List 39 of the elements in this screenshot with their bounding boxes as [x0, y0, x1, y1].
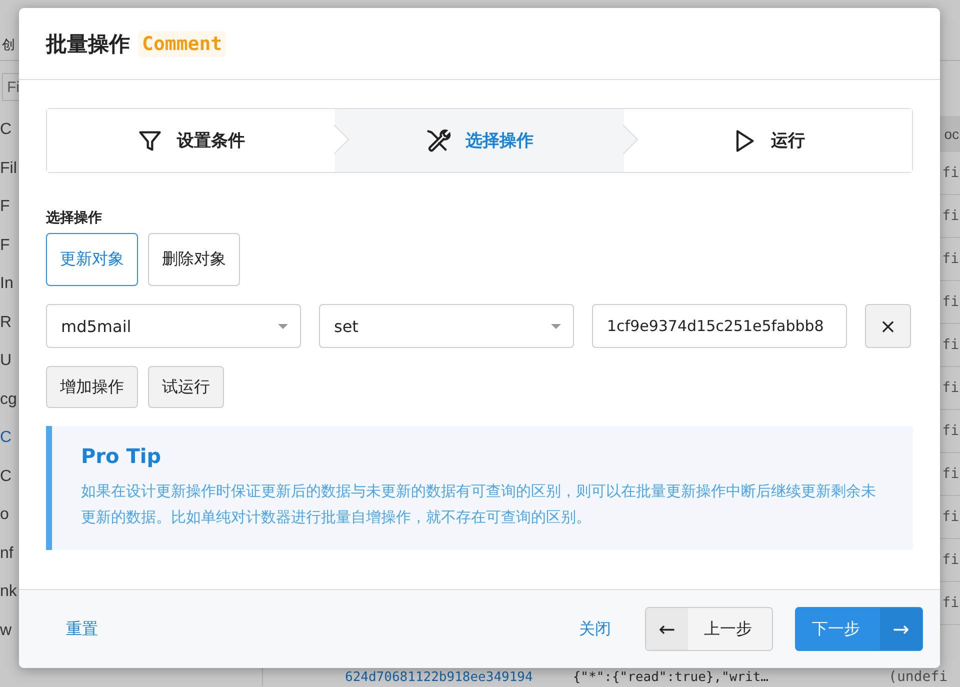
operation-type-button[interactable]: 删除对象	[148, 233, 240, 286]
tools-icon	[425, 128, 452, 154]
column-header: oc	[944, 126, 960, 142]
table-cell: fi	[942, 509, 960, 525]
section-label: 选择操作	[46, 209, 103, 227]
table-cell: {"*":{"read":true},"writ…	[572, 670, 769, 684]
prev-button[interactable]: ← 上一步	[645, 607, 773, 651]
step-tab[interactable]: 选择操作	[335, 109, 624, 172]
toolbar-button[interactable]: 创	[2, 30, 15, 60]
action-button[interactable]: 增加操作	[46, 366, 138, 408]
table-cell: fi	[942, 165, 960, 181]
tip-title: Pro Tip	[81, 444, 162, 468]
table-cell: fi	[942, 595, 960, 611]
table-cell: fi	[942, 208, 960, 224]
class-tag: Comment	[138, 30, 226, 56]
remove-button[interactable]: ×	[865, 304, 911, 348]
table-cell: fi	[942, 380, 960, 396]
table-cell: fi	[942, 466, 960, 482]
step-tab[interactable]: 运行	[624, 109, 912, 172]
table-cell: fi	[942, 251, 960, 267]
object-id-link[interactable]: 624d70681122b918ee349194	[345, 670, 533, 684]
table-cell: fi	[942, 294, 960, 310]
dialog-title: 批量操作	[46, 30, 130, 58]
close-link[interactable]: 关闭	[567, 612, 623, 646]
table-cell: fi	[942, 423, 960, 439]
operator-select[interactable]: set	[319, 304, 574, 348]
reset-link[interactable]: 重置	[54, 612, 110, 646]
tip-text: 如果在设计更新操作时保证更新后的数据与未更新的数据有可查询的区别，则可以在批量更新操作中断后继续更新剩余未更新的数据。比如单纯对计数器进行批量自增操作，就不存在可查询的区别。	[81, 481, 877, 528]
table-cell: fi	[942, 552, 960, 568]
next-button[interactable]: 下一步 →	[795, 607, 923, 651]
operation-type-button[interactable]: 更新对象	[46, 233, 138, 286]
table-cell: fi	[942, 337, 960, 353]
action-button[interactable]: 试运行	[148, 366, 224, 408]
value-field[interactable]: 1cf9e9374d15c251e5fabbb8	[592, 304, 847, 348]
caret-icon	[278, 324, 288, 328]
step-tab[interactable]: 设置条件	[47, 109, 336, 172]
caret-icon	[551, 324, 561, 328]
table-cell: (undefi	[888, 669, 949, 685]
field-select[interactable]: md5mail	[46, 304, 301, 348]
